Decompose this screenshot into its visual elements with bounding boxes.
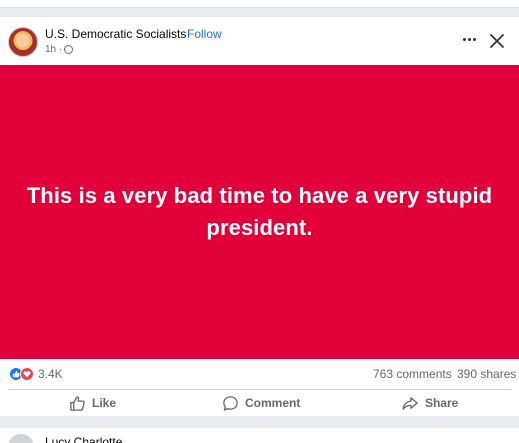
post-text-banner[interactable]: This is a very bad time to have a very s…: [0, 65, 519, 359]
follow-button[interactable]: Follow: [187, 27, 222, 41]
page-name-link[interactable]: U.S. Democratic Socialists: [45, 27, 186, 41]
comments-count-link[interactable]: 763 comments: [373, 367, 452, 381]
more-icon[interactable]: [458, 31, 480, 47]
post-actions: Like Comment Share: [0, 390, 519, 416]
page-avatar[interactable]: [8, 27, 38, 57]
post-header: U.S. Democratic Socialists · Follow 1h ·: [0, 17, 519, 65]
comment-icon: [223, 395, 238, 411]
love-reaction-icon: [20, 367, 34, 381]
like-label: Like: [92, 396, 117, 410]
banner-text: This is a very bad time to have a very s…: [26, 183, 493, 240]
share-icon: [402, 396, 418, 410]
close-icon[interactable]: [487, 31, 507, 51]
like-button[interactable]: Like: [69, 393, 116, 413]
previous-post-card: [0, 0, 519, 8]
post-meta: 1h ·: [45, 44, 74, 55]
shares-count-link[interactable]: 390 shares: [457, 367, 516, 381]
next-post-page-name[interactable]: Lucy Charlotte: [45, 435, 122, 443]
share-label: Share: [425, 396, 459, 410]
comment-label: Comment: [245, 396, 301, 410]
next-post-card: Lucy Charlotte: [0, 428, 519, 443]
post-card: U.S. Democratic Socialists · Follow 1h ·…: [0, 17, 519, 416]
reaction-count: 3.4K: [38, 367, 63, 381]
globe-icon: [64, 45, 74, 54]
post-stats: 3.4K 763 comments 390 shares: [0, 359, 519, 389]
thumbs-up-icon: [70, 395, 85, 411]
reactions-summary[interactable]: 3.4K: [9, 367, 63, 381]
post-time[interactable]: 1h ·: [45, 44, 62, 55]
comment-button[interactable]: Comment: [222, 393, 300, 413]
share-button[interactable]: Share: [401, 393, 458, 413]
next-post-avatar[interactable]: [8, 434, 34, 443]
name-follow-separator: ·: [180, 27, 184, 41]
